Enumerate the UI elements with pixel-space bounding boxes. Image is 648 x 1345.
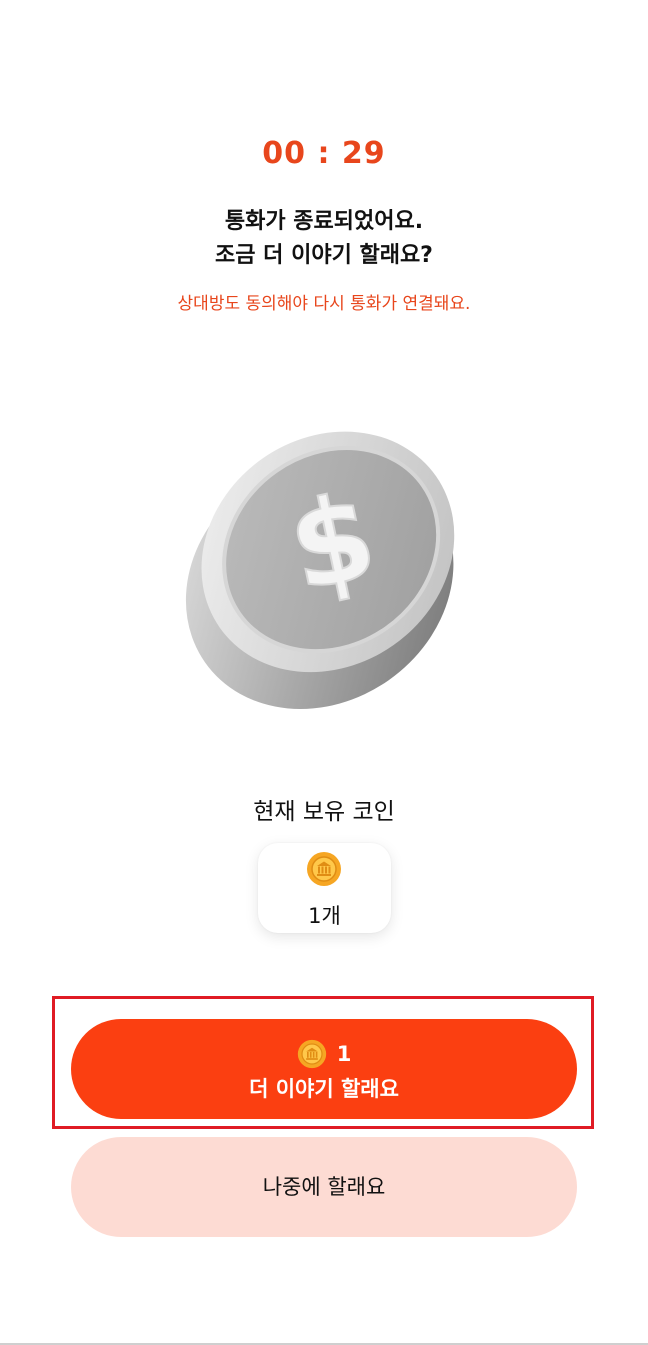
later-button[interactable]: 나중에 할래요 bbox=[71, 1137, 577, 1237]
coin-count: 1개 bbox=[308, 904, 341, 928]
coin-cost-value: 1 bbox=[336, 1042, 352, 1066]
coin-balance-card: 1개 bbox=[258, 843, 391, 933]
coin-cost: 1 bbox=[71, 1039, 577, 1069]
dollar-coin-icon: $ bbox=[185, 431, 455, 709]
gold-coin-icon bbox=[307, 852, 341, 886]
call-ended-title: 통화가 종료되었어요. 조금 더 이야기 할래요? bbox=[0, 205, 648, 273]
consent-notice: 상대방도 동의해야 다시 통화가 연결돼요. bbox=[177, 294, 471, 314]
continue-call-button[interactable]: 1 더 이야기 할래요 bbox=[71, 1019, 577, 1119]
gold-coin-icon bbox=[297, 1039, 326, 1069]
title-line-1: 통화가 종료되었어요. bbox=[224, 209, 424, 234]
continue-call-label: 더 이야기 할래요 bbox=[249, 1077, 399, 1101]
title-line-2: 조금 더 이야기 할래요? bbox=[215, 243, 433, 268]
balance-label: 현재 보유 코인 bbox=[253, 799, 395, 825]
call-timer: 00 : 29 bbox=[262, 136, 386, 171]
